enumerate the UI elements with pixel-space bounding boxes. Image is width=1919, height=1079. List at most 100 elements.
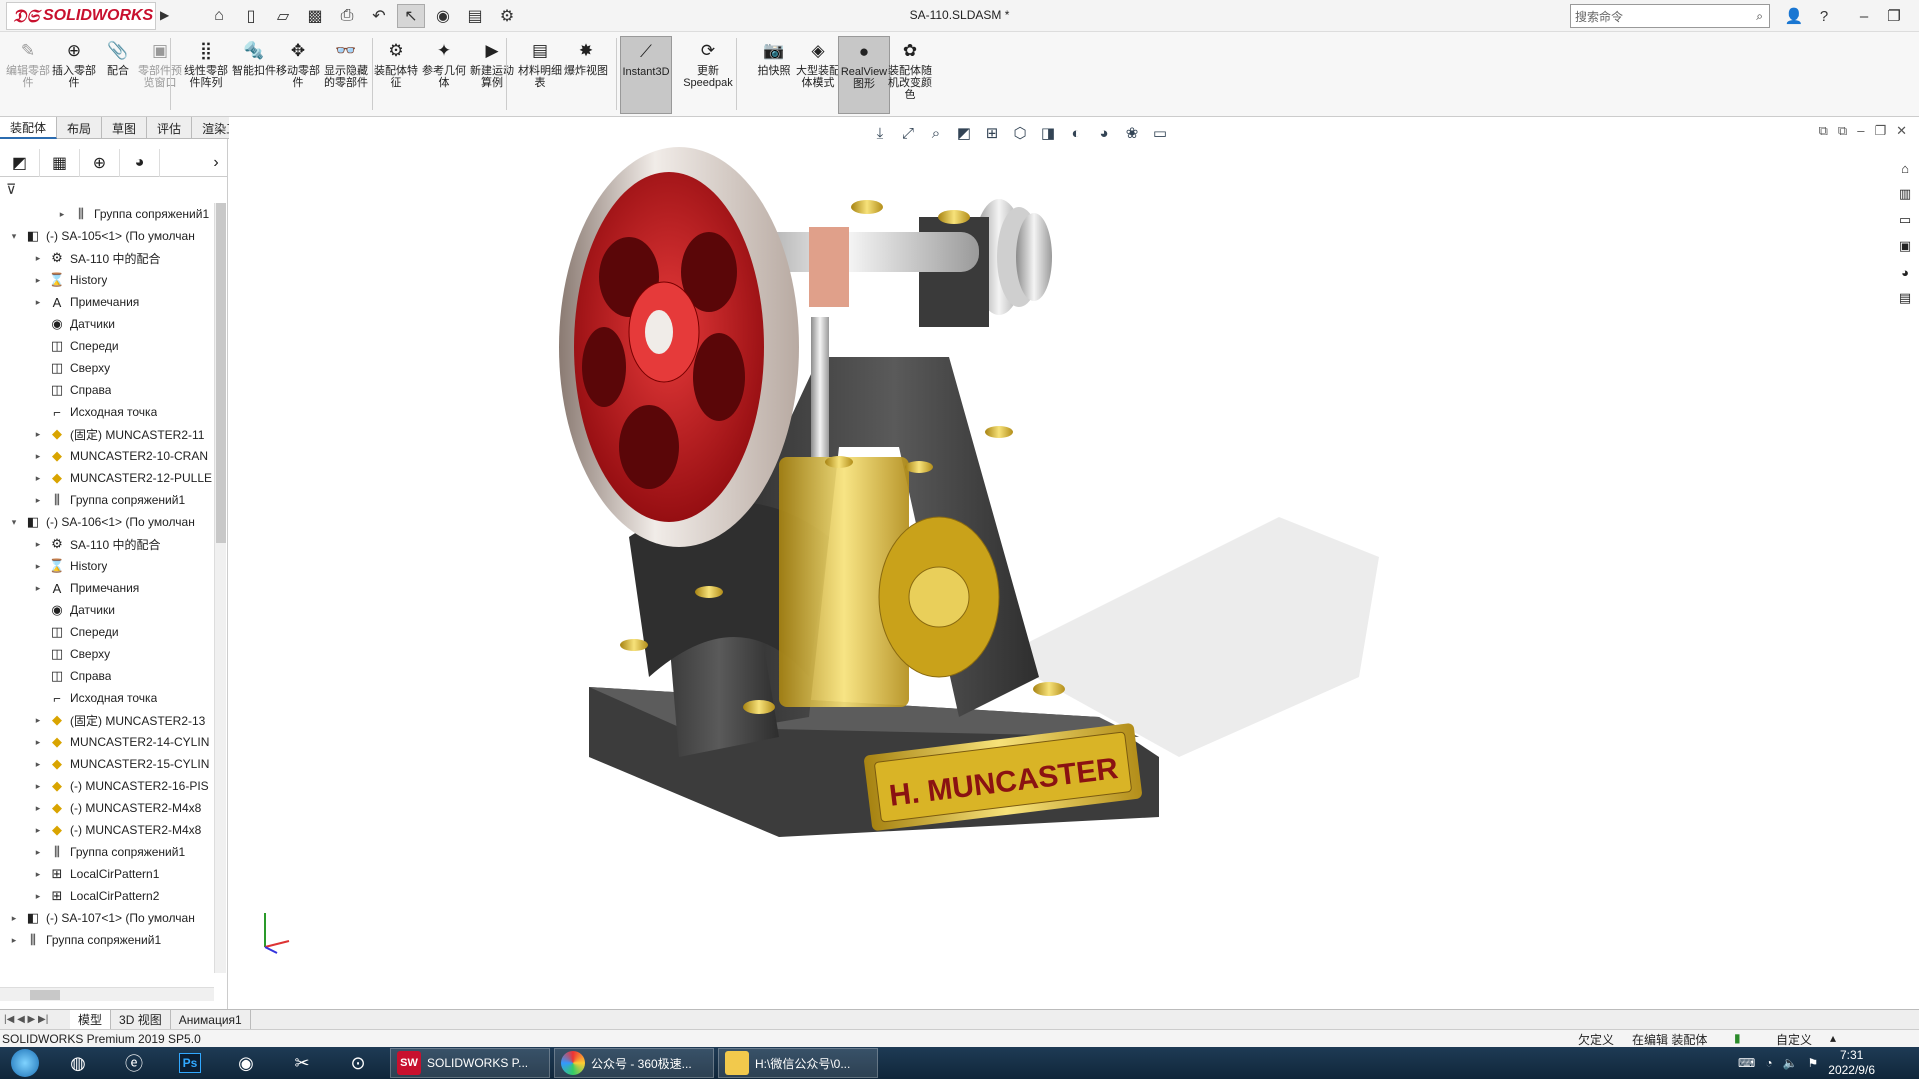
tree-expand-arrow-icon[interactable]: ▸ xyxy=(32,759,44,770)
user-icon[interactable]: 👤 xyxy=(1780,4,1808,28)
ribbon-button-4[interactable]: ⣿ 线性零部件阵列 xyxy=(180,36,232,114)
tree-item[interactable]: ◫ Сверху xyxy=(0,357,214,379)
tree-expand-arrow-icon[interactable]: ▸ xyxy=(32,561,44,572)
select-icon[interactable]: ↖ xyxy=(397,4,425,28)
tree-item[interactable]: ◫ Справа xyxy=(0,379,214,401)
tree-expand-arrow-icon[interactable]: ▸ xyxy=(32,891,44,902)
tree-item[interactable]: ▸ ⚙ SA-110 中的配合 xyxy=(0,247,214,269)
traffic-light-icon[interactable]: ◉ xyxy=(429,4,457,28)
tab-1[interactable]: 布局 xyxy=(57,117,103,139)
appearances-icon[interactable]: ◕ xyxy=(1893,261,1917,283)
tree-item[interactable]: ◫ Сверху xyxy=(0,643,214,665)
ribbon-button-7[interactable]: 👓 显示隐藏的零部件 xyxy=(320,36,372,114)
tree-horizontal-scrollbar[interactable] xyxy=(0,987,214,1001)
tab-animation[interactable]: Анимация1 xyxy=(171,1009,251,1030)
custom-properties-icon[interactable]: ▤ xyxy=(1893,287,1917,309)
taskbar-explorer-window[interactable]: H:\微信公众号\0... xyxy=(718,1048,878,1078)
tree-item[interactable]: ◫ Спереди xyxy=(0,621,214,643)
tree-item[interactable]: ▾ ◧ (-) SA-106<1> (По умолчан xyxy=(0,511,214,533)
viewport-close-icon[interactable]: ✕ xyxy=(1896,123,1907,139)
tree-item[interactable]: ▸ ◆ (-) MUNCASTER2-16-PIS xyxy=(0,775,214,797)
keyboard-icon[interactable]: ⌨ xyxy=(1738,1056,1755,1070)
tree-item[interactable]: ▸ ⊞ LocalCirPattern1 xyxy=(0,863,214,885)
print-icon[interactable]: ⎙ xyxy=(333,4,361,28)
start-button[interactable] xyxy=(0,1047,50,1079)
tree-expand-arrow-icon[interactable]: ▸ xyxy=(32,781,44,792)
graphics-area[interactable]: ⤓ ⤢ ⌕ ◩ ⊞ ⬡ ◨ ◐ ◕ ❀ ▭ ⧉ ⧉ – ❐ ✕ H. MUNCA… xyxy=(229,117,1919,1009)
tree-item[interactable]: ▸ ⌛ History xyxy=(0,269,214,291)
home-icon[interactable]: ⌂ xyxy=(205,4,233,28)
tree-item[interactable]: ▸ ⊞ LocalCirPattern2 xyxy=(0,885,214,907)
assembly-model[interactable]: H. MUNCASTER xyxy=(479,117,1679,1009)
file-explorer-icon[interactable]: ▭ xyxy=(1893,209,1917,231)
tree-expand-arrow-icon[interactable]: ▾ xyxy=(8,517,20,528)
tree-item[interactable]: ▸ ⚙ SA-110 中的配合 xyxy=(0,533,214,555)
view-palette-icon[interactable]: ▣ xyxy=(1893,235,1917,257)
tab-navigation-arrows[interactable]: |◀ ◀ ▶ ▶| xyxy=(0,1014,70,1025)
tree-item[interactable]: ▸ A Примечания xyxy=(0,577,214,599)
minimize-icon[interactable]: – xyxy=(1850,4,1878,28)
tree-item[interactable]: ◉ Датчики xyxy=(0,599,214,621)
tree-expand-arrow-icon[interactable]: ▸ xyxy=(32,473,44,484)
network-icon[interactable]: ◔ xyxy=(1765,1056,1772,1070)
tree-expand-arrow-icon[interactable]: ▸ xyxy=(32,495,44,506)
ribbon-button-13[interactable]: ⟋ Instant3D xyxy=(620,36,672,114)
taskbar-solidworks-window[interactable]: SW SOLIDWORKS P... xyxy=(390,1048,550,1078)
media-app-icon[interactable]: ◉ xyxy=(218,1047,274,1079)
file-props-icon[interactable]: ▤ xyxy=(461,4,489,28)
tree-item[interactable]: ▸ ⫼ Группа сопряжений1 xyxy=(0,203,214,225)
tree-item[interactable]: ▸ ◆ MUNCASTER2-15-CYLIN xyxy=(0,753,214,775)
tree-item[interactable]: ▸ ⫼ Группа сопряжений1 xyxy=(0,841,214,863)
search-commands-input[interactable]: 搜索命令 ⌕ xyxy=(1570,4,1770,28)
taskbar-browser-window[interactable]: 公众号 - 360极速... xyxy=(554,1048,714,1078)
ribbon-button-6[interactable]: ✥ 移动零部件 xyxy=(272,36,324,114)
tree-expand-arrow-icon[interactable]: ▸ xyxy=(32,803,44,814)
ribbon-button-11[interactable]: ▤ 材料明细表 xyxy=(514,36,566,114)
search-icon[interactable]: ⌕ xyxy=(1756,9,1763,24)
tree-item[interactable]: ▸ ◆ (-) MUNCASTER2-M4x8 xyxy=(0,819,214,841)
photoshop-icon[interactable]: Ps xyxy=(162,1047,218,1079)
viewport-prev-icon[interactable]: ⧉ xyxy=(1819,123,1828,139)
units-selector[interactable]: 自定义 xyxy=(1776,1031,1812,1048)
display-manager-tab-icon[interactable]: ◕ xyxy=(120,149,160,177)
ribbon-button-14[interactable]: ⟳ 更新Speedpak xyxy=(682,36,734,114)
property-manager-tab-icon[interactable]: ▦ xyxy=(40,149,80,177)
tab-3[interactable]: 评估 xyxy=(147,117,193,139)
tree-item[interactable]: ▸ ◆ MUNCASTER2-10-CRAN xyxy=(0,445,214,467)
ribbon-button-17[interactable]: ● RealView图形 xyxy=(838,36,890,114)
tree-item[interactable]: ◉ Датчики xyxy=(0,313,214,335)
units-up-arrow-icon[interactable]: ▴ xyxy=(1830,1031,1836,1045)
tree-item[interactable]: ◫ Справа xyxy=(0,665,214,687)
config-manager-tab-icon[interactable]: ⊕ xyxy=(80,149,120,177)
tree-expand-arrow-icon[interactable]: ▾ xyxy=(8,231,20,242)
close-icon[interactable]: ✕ xyxy=(1910,4,1919,28)
tab-3d-view[interactable]: 3D 视图 xyxy=(111,1009,171,1030)
tree-expand-arrow-icon[interactable]: ▸ xyxy=(32,297,44,308)
tree-expand-arrow-icon[interactable]: ▸ xyxy=(32,869,44,880)
save-icon[interactable]: ▩ xyxy=(301,4,329,28)
viewport-restore-icon[interactable]: ❐ xyxy=(1874,123,1886,139)
tree-expand-arrow-icon[interactable]: ▸ xyxy=(32,253,44,264)
tree-item[interactable]: ▸ ◆ MUNCASTER2-12-PULLE xyxy=(0,467,214,489)
tree-item[interactable]: ▸ ⫼ Группа сопряжений1 xyxy=(0,489,214,511)
solidworks-logo[interactable]: 𝔇𝔖 SOLIDWORKS xyxy=(6,2,156,30)
tree-expand-arrow-icon[interactable]: ▸ xyxy=(32,847,44,858)
ribbon-button-3[interactable]: ▣ 零部件预览窗口 xyxy=(134,36,186,114)
viewport-minimize-icon[interactable]: – xyxy=(1857,123,1864,139)
options-icon[interactable]: ⚙ xyxy=(493,4,521,28)
tree-expand-arrow-icon[interactable]: ▸ xyxy=(32,275,44,286)
filter-icon[interactable]: ⊽ xyxy=(6,181,16,198)
tree-expand-arrow-icon[interactable]: ▸ xyxy=(32,737,44,748)
ribbon-button-10[interactable]: ▶ 新建运动算例 xyxy=(466,36,518,114)
tree-item[interactable]: ▸ ⫼ Группа сопряжений1 xyxy=(0,929,214,951)
tree-item[interactable]: ⌐ Исходная точка xyxy=(0,687,214,709)
ribbon-button-18[interactable]: ✿ 装配体随机改变颜色 xyxy=(884,36,936,114)
help-icon[interactable]: ? xyxy=(1810,4,1838,28)
tree-expand-arrow-icon[interactable]: ▸ xyxy=(32,825,44,836)
tree-expand-arrow-icon[interactable]: ▸ xyxy=(56,209,68,220)
feature-tree-tab-icon[interactable]: ◩ xyxy=(0,149,40,177)
tree-expand-arrow-icon[interactable]: ▸ xyxy=(8,935,20,946)
ie-browser-icon[interactable]: ⓔ xyxy=(106,1047,162,1079)
open-icon[interactable]: ▱ xyxy=(269,4,297,28)
ribbon-button-0[interactable]: ✎ 编辑零部件 xyxy=(2,36,54,114)
